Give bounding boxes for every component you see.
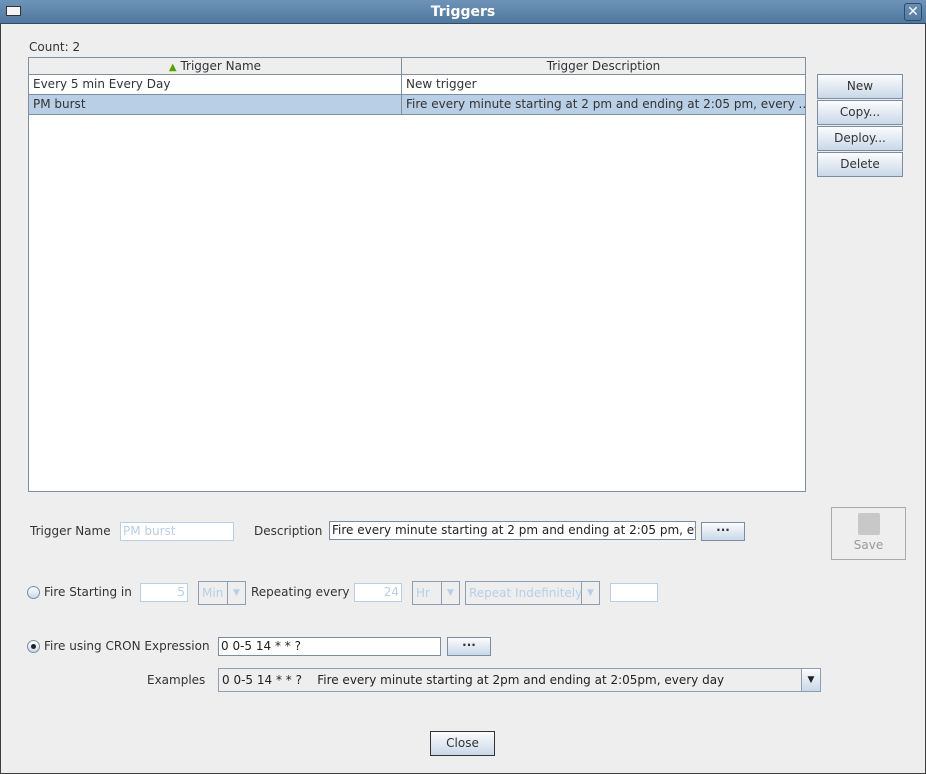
trigger-name-label: Trigger Name [30, 524, 111, 538]
sort-ascending-icon: ▲ [168, 62, 177, 73]
repeat-mode-select[interactable]: Repeat Indefinitely ▼ [465, 581, 600, 605]
title-bar[interactable]: Triggers ✕ [0, 0, 926, 24]
select-value: 0 0-5 14 * * ? Fire every minute startin… [222, 673, 725, 687]
examples-label: Examples [147, 673, 206, 687]
delete-button[interactable]: Delete [817, 152, 903, 177]
column-header-label: Trigger Name [180, 59, 262, 73]
column-header-trigger-name[interactable]: ▲ Trigger Name [29, 58, 402, 75]
deploy-button[interactable]: Deploy... [817, 126, 903, 151]
description-label: Description [254, 524, 323, 538]
select-value: Min [202, 586, 224, 600]
table-cell-name-selected[interactable]: PM burst [29, 95, 402, 115]
count-label: Count: 2 [29, 40, 81, 54]
column-header-trigger-description[interactable]: Trigger Description [402, 58, 805, 75]
chevron-down-icon[interactable]: ▼ [801, 669, 820, 691]
copy-button[interactable]: Copy... [817, 100, 903, 125]
fire-starting-label: Fire Starting in [44, 585, 132, 599]
table-cell-name[interactable]: Every 5 min Every Day [29, 75, 402, 95]
repeating-unit-select[interactable]: Hr ▼ [412, 581, 460, 605]
select-value: Repeat Indefinitely [469, 586, 583, 600]
cron-edit-button[interactable]: ··· [447, 637, 491, 656]
fire-starting-input[interactable]: 5 [140, 583, 188, 602]
chevron-down-icon: ▼ [227, 582, 245, 604]
trigger-name-input[interactable]: PM burst [120, 522, 234, 541]
cron-radio[interactable] [27, 640, 40, 653]
close-button[interactable]: Close [430, 731, 495, 756]
select-value: Hr [416, 586, 430, 600]
description-input[interactable]: Fire every minute starting at 2 pm and e… [329, 521, 696, 540]
fire-starting-radio[interactable] [27, 586, 40, 599]
repeat-count-input[interactable] [610, 583, 658, 602]
description-edit-button[interactable]: ··· [701, 522, 745, 541]
cron-input[interactable]: 0 0-5 14 * * ? [218, 637, 441, 656]
chevron-down-icon: ▼ [441, 582, 459, 604]
fire-starting-unit-select[interactable]: Min ▼ [198, 581, 246, 605]
save-button[interactable]: Save [831, 507, 906, 560]
chevron-down-icon: ▼ [581, 582, 599, 604]
triggers-table[interactable]: ▲ Trigger Name Trigger Description Every… [28, 57, 806, 492]
repeating-input[interactable]: 24 [354, 583, 402, 602]
table-cell-description-selected[interactable]: Fire every minute starting at 2 pm and e… [402, 95, 805, 115]
table-cell-description[interactable]: New trigger [402, 75, 805, 95]
cron-label: Fire using CRON Expression [44, 639, 210, 653]
repeating-label: Repeating every [251, 585, 350, 599]
save-label: Save [853, 538, 884, 552]
close-window-icon[interactable]: ✕ [904, 3, 922, 21]
examples-select[interactable]: 0 0-5 14 * * ? Fire every minute startin… [218, 668, 821, 692]
window-title: Triggers [430, 4, 496, 20]
save-disk-icon [857, 513, 880, 535]
new-button[interactable]: New [817, 74, 903, 99]
